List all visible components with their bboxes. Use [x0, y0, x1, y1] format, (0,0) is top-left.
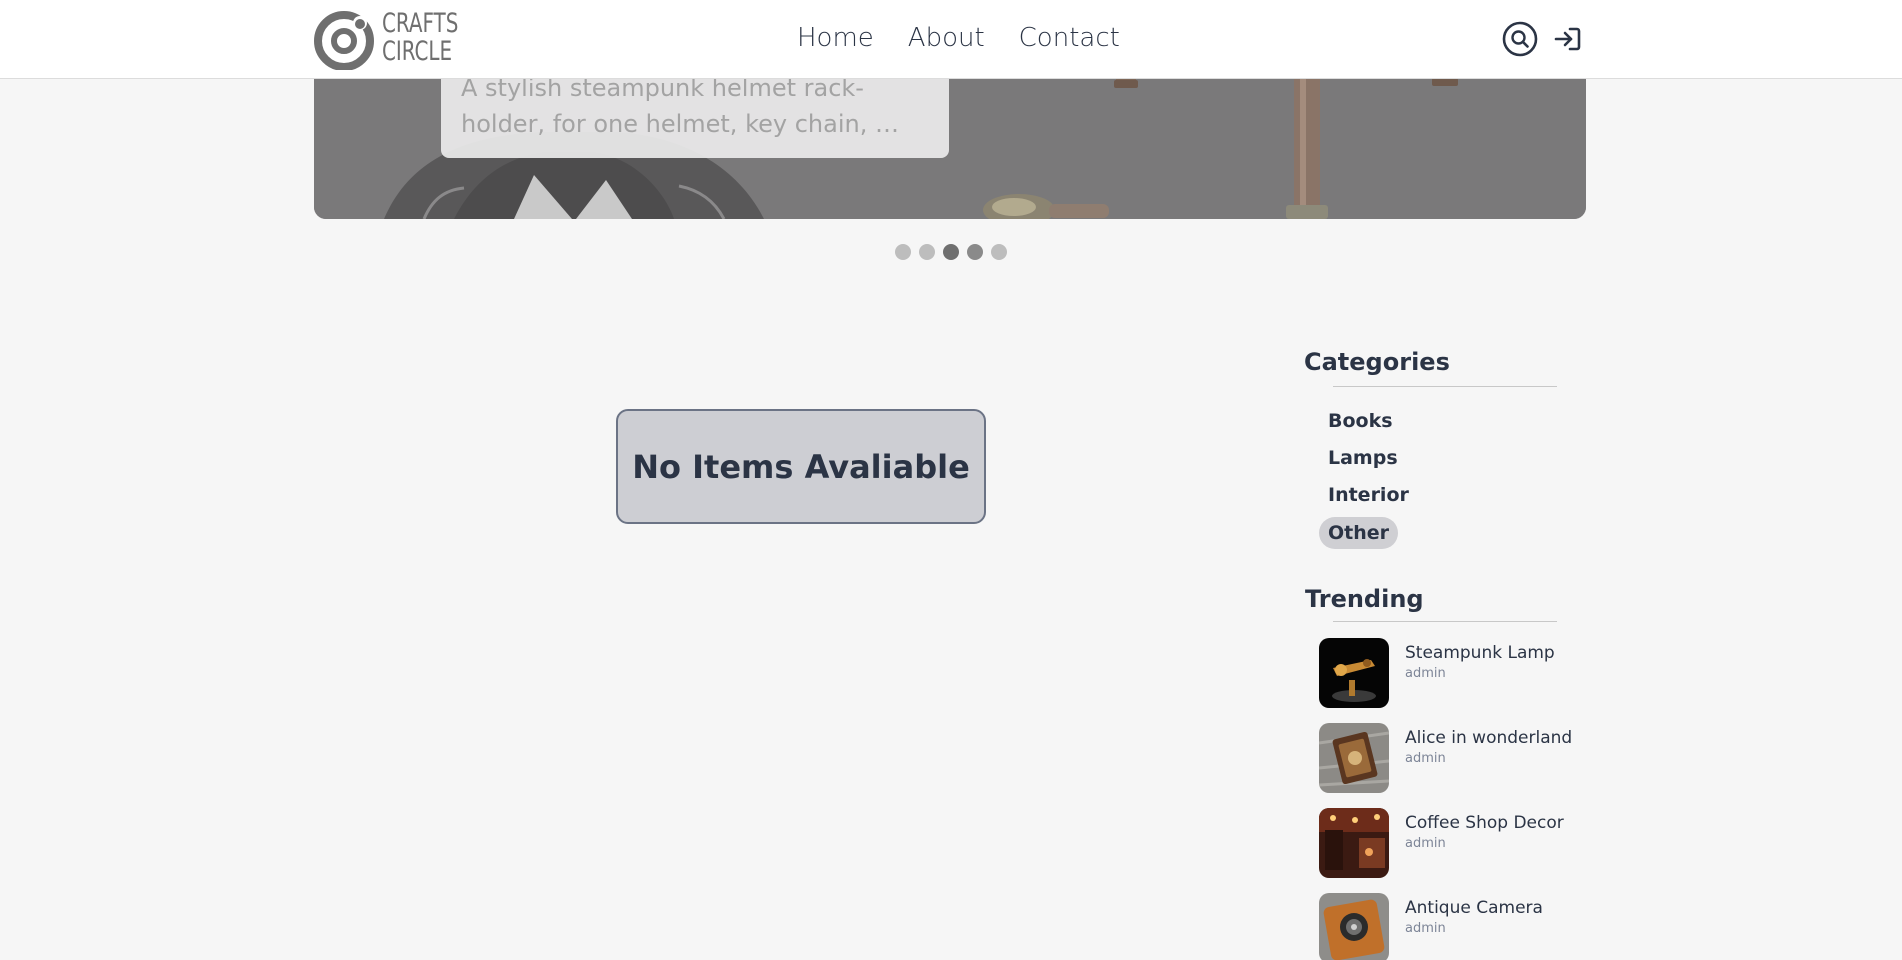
category-item-books[interactable]: Books [1319, 404, 1402, 441]
trending-item[interactable]: Alice in wonderland admin [1319, 723, 1572, 793]
login-button[interactable] [1550, 21, 1586, 57]
carousel-dot-1[interactable] [895, 244, 911, 260]
site-logo[interactable]: CRAFTS CIRCLE [314, 8, 466, 70]
trending-list: Steampunk Lamp admin Alice in wonderland… [1319, 638, 1572, 960]
trending-author: admin [1405, 751, 1446, 766]
trending-title: Antique Camera [1405, 898, 1543, 918]
trending-divider [1333, 621, 1557, 622]
nav-contact-link[interactable]: Contact [1019, 20, 1120, 60]
carousel-indicators [895, 244, 1007, 260]
trending-title: Steampunk Lamp [1405, 643, 1555, 663]
trending-item[interactable]: Antique Camera admin [1319, 893, 1572, 960]
logo-wordmark: CRAFTS CIRCLE [382, 10, 458, 66]
nav-about-link[interactable]: About [908, 20, 985, 60]
trending-item[interactable]: Steampunk Lamp admin [1319, 638, 1572, 708]
categories-heading: Categories [1304, 348, 1450, 376]
logo-circle-icon [314, 11, 374, 70]
nav-home-link[interactable]: Home [797, 20, 874, 60]
carousel-dot-2[interactable] [919, 244, 935, 260]
categories-divider [1333, 386, 1557, 387]
trending-heading: Trending [1305, 585, 1424, 613]
site-header: CRAFTS CIRCLE Home About Contact [0, 0, 1902, 79]
carousel-dot-3[interactable] [943, 244, 959, 260]
trending-thumbnail [1319, 808, 1389, 878]
empty-items-notice: No Items Avaliable [616, 409, 986, 524]
category-item-lamps[interactable]: Lamps [1319, 441, 1407, 478]
trending-author: admin [1405, 666, 1446, 681]
trending-item[interactable]: Coffee Shop Decor admin [1319, 808, 1572, 878]
trending-author: admin [1405, 921, 1446, 936]
category-item-interior[interactable]: Interior [1319, 478, 1418, 515]
trending-thumbnail [1319, 638, 1389, 708]
trending-thumbnail [1319, 723, 1389, 793]
carousel-dot-5[interactable] [991, 244, 1007, 260]
trending-title: Alice in wonderland [1405, 728, 1573, 748]
trending-thumbnail [1319, 893, 1389, 960]
search-icon [1502, 21, 1538, 57]
logo-line-1: CRAFTS [382, 8, 459, 39]
trending-author: admin [1405, 836, 1446, 851]
carousel-dot-4[interactable] [967, 244, 983, 260]
main-nav: Home About Contact [797, 20, 1120, 60]
category-list: Books Lamps Interior Other [1319, 404, 1418, 549]
login-icon [1554, 27, 1581, 51]
search-button[interactable] [1502, 21, 1538, 57]
category-item-other[interactable]: Other [1319, 517, 1399, 549]
logo-line-2: CIRCLE [382, 36, 453, 67]
trending-title: Coffee Shop Decor [1405, 813, 1564, 833]
